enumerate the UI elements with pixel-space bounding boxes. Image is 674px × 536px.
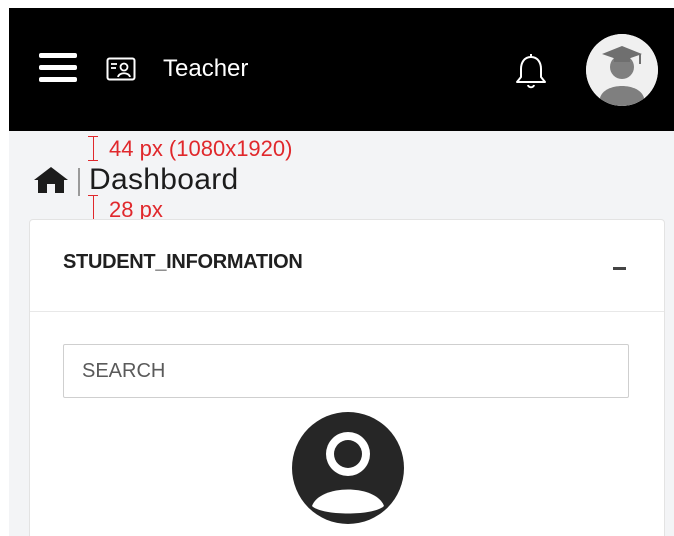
graduate-avatar-icon (586, 34, 658, 106)
user-circle-icon (292, 412, 404, 524)
user-avatar[interactable] (586, 34, 658, 106)
spacing-annotation-top: 44 px (1080x1920) (109, 136, 293, 161)
card-title: STUDENT_INFORMATION (63, 251, 303, 273)
page-title: Dashboard (89, 163, 239, 196)
bell-icon[interactable] (511, 52, 551, 92)
app-frame: Teacher Dashboard 44 px (1080x1920) 28 p… (9, 8, 674, 536)
id-card-icon (106, 57, 136, 81)
collapse-minus-icon[interactable] (611, 262, 629, 274)
top-app-bar: Teacher (9, 8, 674, 131)
home-icon[interactable] (31, 165, 71, 195)
breadcrumb-separator (78, 168, 80, 196)
role-label: Teacher (163, 55, 249, 82)
annotation-marker (93, 136, 94, 160)
card-header: STUDENT_INFORMATION (30, 220, 664, 312)
annotation-marker (88, 160, 98, 161)
hamburger-menu-icon[interactable] (39, 53, 77, 83)
annotation-marker (93, 195, 94, 220)
search-input[interactable] (63, 344, 629, 398)
student-information-card: STUDENT_INFORMATION (29, 219, 665, 536)
